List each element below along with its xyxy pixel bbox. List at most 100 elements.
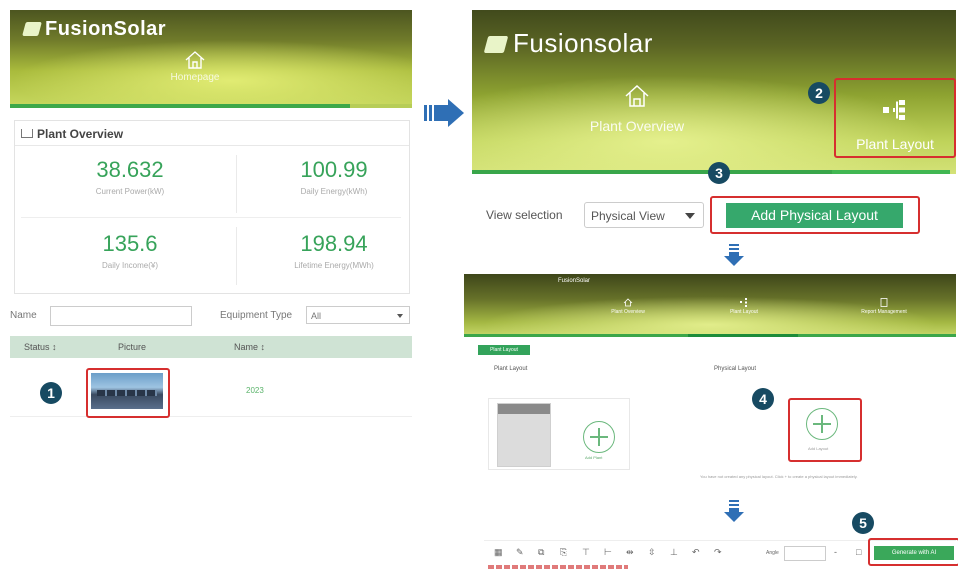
minus-icon[interactable]: - — [834, 547, 837, 557]
kpi-label: Lifetime Energy(MWh) — [294, 261, 374, 270]
tab-plant-overview[interactable]: Plant Overview — [572, 84, 702, 134]
tab-plant-layout[interactable]: Plant Layout — [704, 298, 784, 315]
add-layout-label: Add Layout — [808, 446, 829, 451]
view-selection-label: View selection — [486, 208, 563, 222]
kpi-value: 198.94 — [300, 231, 368, 256]
kpi-current-power: 38.632 Current Power(kW) — [35, 157, 225, 196]
grid-icon[interactable]: ▦ — [494, 547, 503, 558]
tab-indicator-active — [832, 170, 950, 174]
logo-mark-icon — [22, 22, 42, 36]
logo-text: FusionSolar — [558, 278, 591, 284]
overview-title: Plant Overview — [21, 127, 123, 141]
fusionsolar-logo: Fusionsolar — [483, 28, 653, 59]
mid-header-banner: FusionSolar Plant Overview Plant Layout … — [464, 274, 956, 336]
align-bottom-icon[interactable]: ⊥ — [670, 547, 678, 558]
tab-homepage-label: Homepage — [170, 72, 220, 83]
align-left-icon[interactable]: ⊢ — [604, 547, 612, 558]
table-row[interactable]: 2023 — [10, 358, 412, 417]
logo-text: Fusionsolar — [513, 28, 653, 58]
report-icon — [880, 298, 888, 307]
highlight-box — [868, 538, 958, 566]
angle-input[interactable] — [784, 546, 826, 561]
tab-indicator — [464, 334, 956, 337]
plant-layout-chip[interactable]: Plant Layout — [478, 345, 530, 355]
paste-icon[interactable]: ⎘ — [560, 547, 567, 558]
kpi-label: Daily Energy(kWh) — [300, 187, 368, 196]
chevron-down-icon — [685, 213, 695, 219]
distribute-h-icon[interactable]: ⇹ — [626, 547, 634, 558]
add-plant-label: Add Plant — [585, 455, 603, 460]
error-hint-line — [488, 565, 628, 569]
align-top-icon[interactable]: ⊤ — [582, 547, 590, 558]
plant-image[interactable] — [497, 403, 551, 467]
kpi-daily-energy: 100.99 Daily Energy(kWh) — [239, 157, 429, 196]
divider — [236, 227, 237, 285]
equipment-type-select[interactable]: All — [306, 306, 410, 324]
undo-icon[interactable]: ↶ — [692, 547, 700, 558]
tab-label: Plant Layout — [730, 309, 758, 315]
plant-layout-column-label: Plant Layout — [494, 366, 528, 372]
step-badge-3: 3 — [708, 162, 730, 184]
column-picture: Picture — [118, 342, 147, 352]
column-name[interactable]: Name ↕ — [234, 342, 265, 352]
empty-layout-hint: You have not created any physical layout… — [700, 474, 858, 479]
column-status[interactable]: Status ↕ — [24, 342, 57, 352]
view-selection-select[interactable]: Physical View — [584, 202, 704, 228]
equipment-type-label: Equipment Type — [220, 310, 293, 321]
home-icon — [185, 51, 205, 69]
name-filter-label: Name — [10, 310, 37, 321]
copy-icon[interactable]: ⧉ — [538, 547, 544, 558]
equipment-type-value: All — [311, 311, 322, 321]
divider — [15, 145, 409, 146]
highlight-box — [86, 368, 170, 418]
kpi-daily-income: 135.6 Daily Income(¥) — [35, 231, 225, 270]
name-filter-input[interactable] — [50, 306, 192, 326]
tab-homepage[interactable]: Homepage — [140, 48, 250, 108]
arrow-right-icon — [424, 99, 464, 127]
tab-indicator — [472, 170, 832, 174]
home-icon — [623, 298, 633, 307]
tab-label: Plant Overview — [611, 309, 645, 315]
add-plant-icon[interactable] — [583, 421, 615, 453]
tab-indicator-active — [688, 334, 798, 337]
tab-plant-overview[interactable]: Plant Overview — [588, 298, 668, 315]
step-badge-2: 2 — [808, 82, 830, 104]
pen-icon[interactable]: ✎ — [516, 547, 524, 558]
equipment-table-header: Status ↕ Picture Name ↕ — [10, 336, 412, 358]
arrow-down-icon — [724, 500, 744, 522]
overview-icon — [21, 129, 33, 138]
distribute-v-icon[interactable]: ⇳ — [648, 547, 656, 558]
view-selection-value: Physical View — [591, 209, 665, 223]
highlight-box — [710, 196, 920, 234]
add-layout-icon[interactable] — [806, 408, 838, 440]
home-icon — [625, 84, 649, 107]
plant-layout-card: Add Plant — [488, 398, 630, 470]
arrow-down-icon — [724, 244, 744, 266]
redo-icon[interactable]: ↷ — [714, 547, 722, 558]
chevron-down-icon — [397, 314, 403, 318]
left-header-banner: FusionSolar Homepage — [10, 10, 412, 108]
equipment-name-link[interactable]: 2023 — [246, 386, 264, 395]
step-badge-1: 1 — [40, 382, 62, 404]
divider — [21, 217, 401, 218]
layout-tree-icon — [740, 298, 747, 307]
kpi-value: 135.6 — [102, 231, 158, 256]
tab-indicator-end — [350, 104, 412, 108]
tab-plant-overview-label: Plant Overview — [589, 118, 685, 134]
fusionsolar-logo: FusionSolar — [22, 18, 167, 41]
step-badge-5: 5 — [852, 512, 874, 534]
filter-bar: Name Equipment Type All — [10, 306, 410, 326]
divider — [236, 155, 237, 213]
tab-indicator — [10, 104, 350, 108]
kpi-label: Current Power(kW) — [95, 187, 165, 196]
kpi-value: 100.99 — [300, 157, 368, 182]
kpi-label: Daily Income(¥) — [101, 261, 158, 270]
plant-overview-card: Plant Overview 38.632 Current Power(kW) … — [14, 120, 410, 294]
tab-label: Report Management — [861, 309, 907, 315]
expand-icon[interactable]: □ — [856, 547, 861, 557]
logo-text: FusionSolar — [45, 18, 167, 40]
kpi-lifetime-energy: 198.94 Lifetime Energy(MWh) — [239, 231, 429, 270]
tab-report-management[interactable]: Report Management — [844, 298, 924, 315]
fusionsolar-logo: FusionSolar — [558, 278, 590, 284]
angle-label: Angle — [766, 550, 779, 556]
